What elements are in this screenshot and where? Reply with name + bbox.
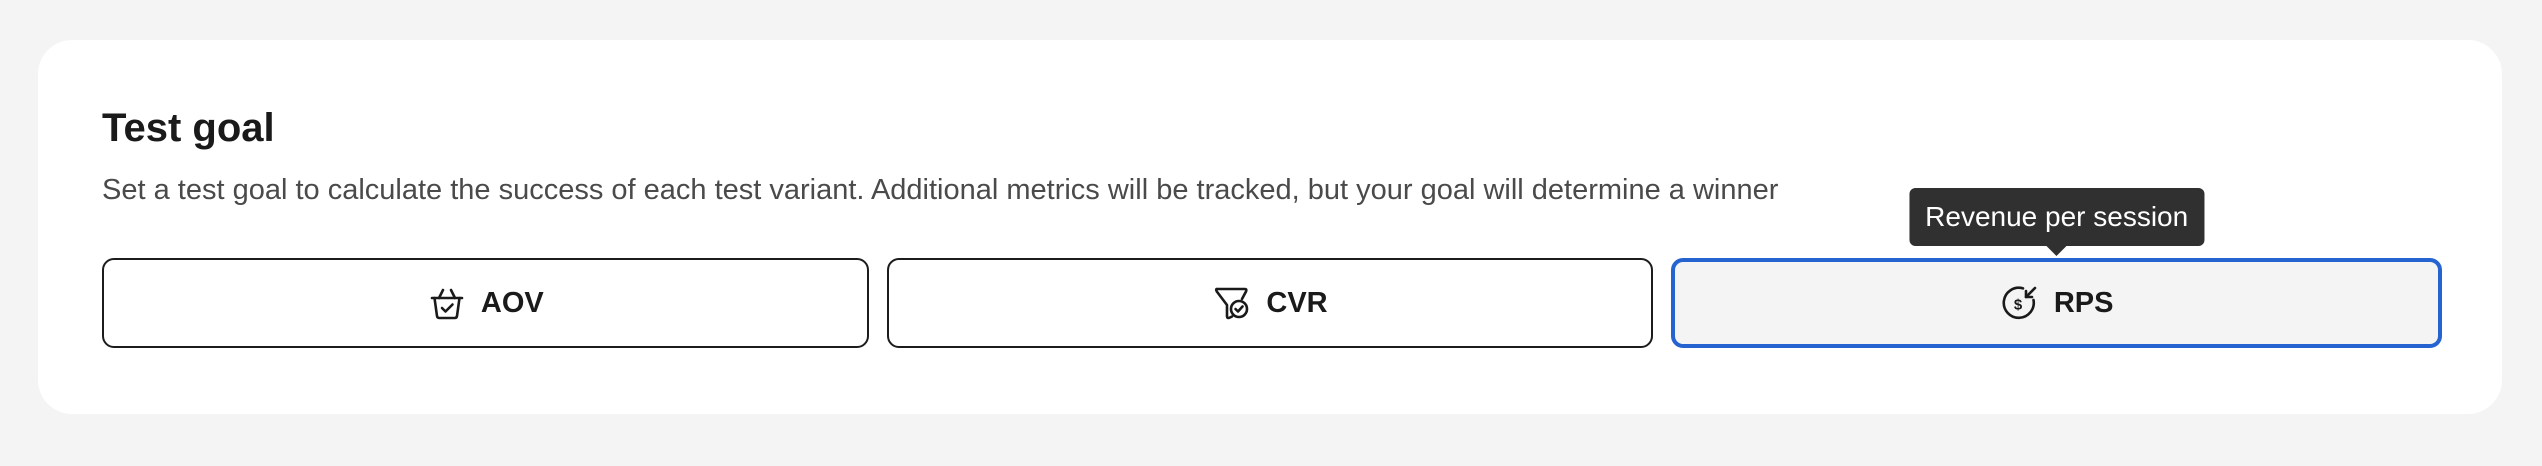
test-goal-card: Test goal Set a test goal to calculate t…: [38, 40, 2502, 414]
funnel-check-icon: [1212, 283, 1252, 323]
goal-options: AOV CVR Revenue per session $ RPS: [102, 188, 2443, 348]
section-description: Set a test goal to calculate the success…: [102, 174, 1779, 206]
svg-text:$: $: [2014, 297, 2023, 314]
goal-option-cvr[interactable]: CVR: [886, 258, 1654, 348]
goal-option-aov[interactable]: AOV: [102, 258, 869, 348]
dollar-refresh-icon: $: [2000, 283, 2040, 323]
goal-option-label: CVR: [1266, 286, 1328, 319]
basket-check-icon: [427, 283, 467, 323]
section-title: Test goal: [102, 106, 275, 150]
goal-option-label: RPS: [2053, 286, 2114, 319]
goal-option-label: AOV: [480, 286, 544, 319]
tooltip: Revenue per session: [1909, 188, 2205, 246]
goal-option-rps[interactable]: Revenue per session $ RPS: [1671, 188, 2443, 348]
